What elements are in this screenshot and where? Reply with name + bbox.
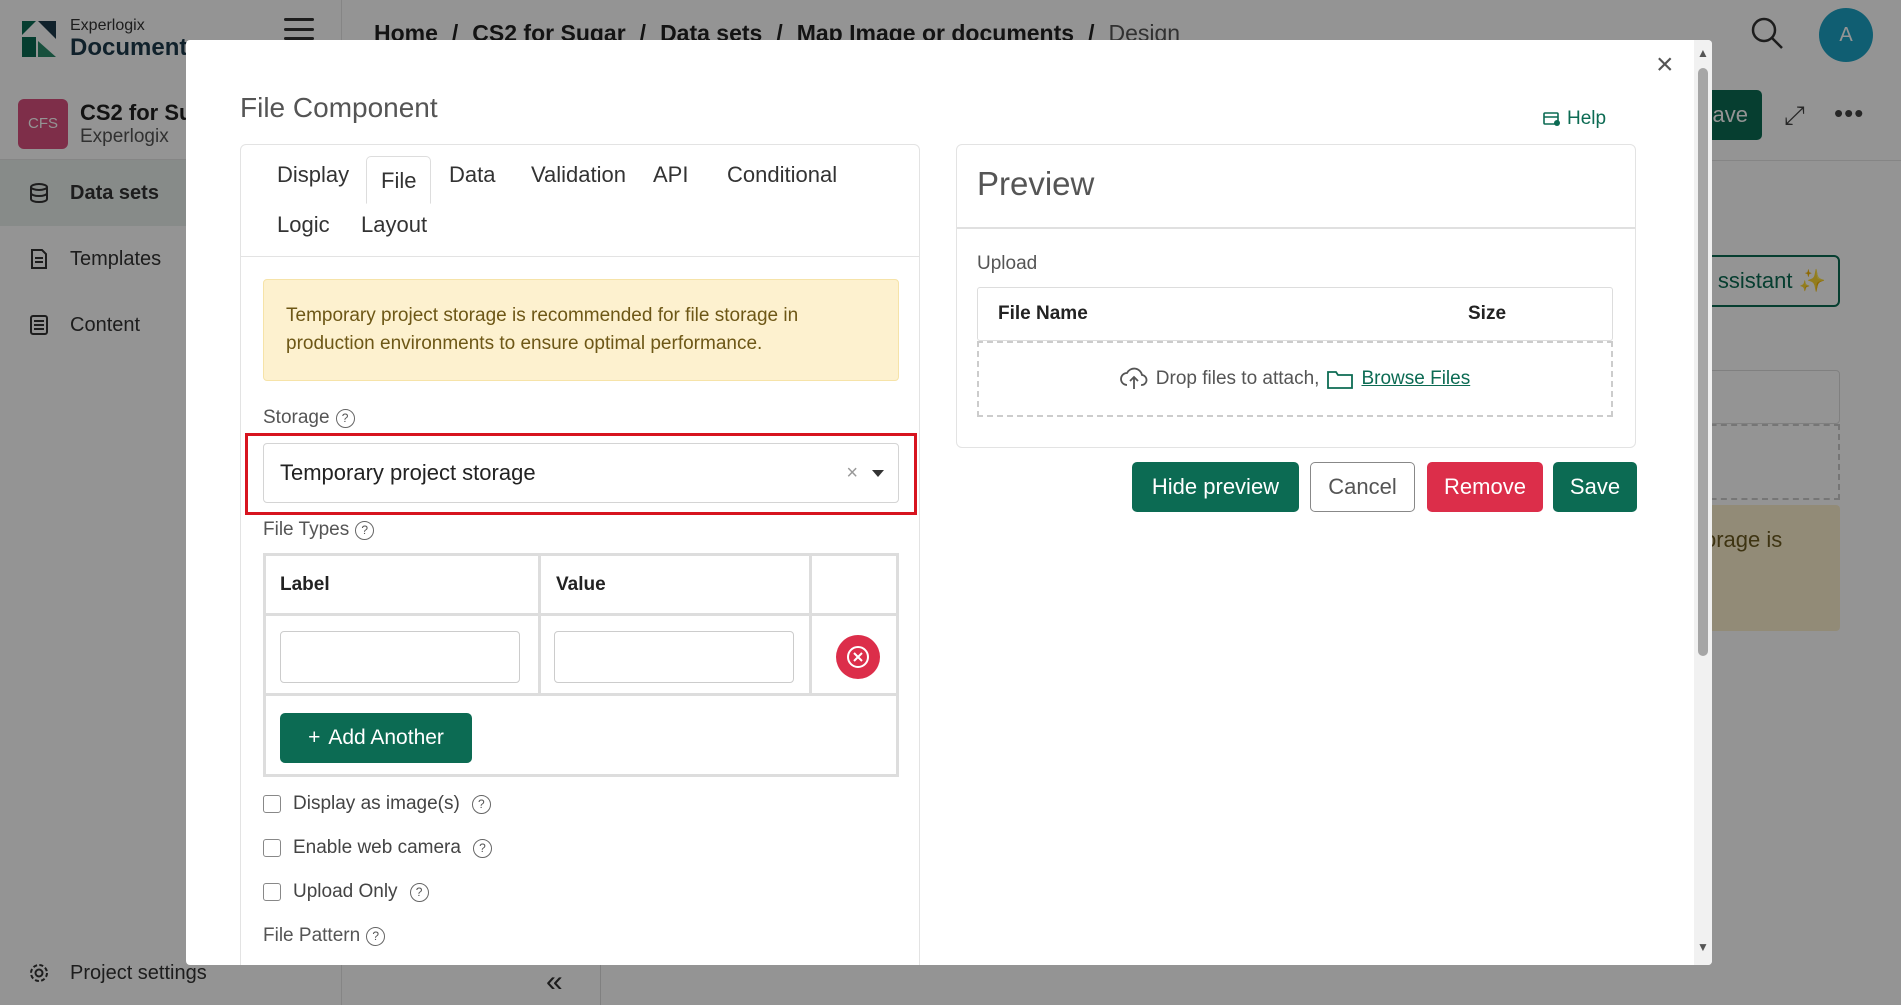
- file-type-label-input[interactable]: [280, 631, 520, 683]
- preview-title: Preview: [977, 165, 1095, 202]
- add-another-label: Add Another: [328, 726, 444, 749]
- help-icon[interactable]: ?: [409, 882, 429, 902]
- cancel-button[interactable]: Cancel: [1310, 462, 1415, 512]
- file-pattern-label: File Pattern ?: [263, 925, 386, 947]
- add-another-button[interactable]: + Add Another: [280, 713, 472, 763]
- file-types-table: Label Value + Add Another: [263, 553, 899, 777]
- scroll-thumb[interactable]: [1698, 68, 1708, 656]
- column-divider: [809, 556, 812, 696]
- drop-text: Drop files to attach,: [1155, 368, 1320, 389]
- row-divider: [266, 693, 896, 696]
- column-divider: [538, 556, 541, 696]
- storage-select-value: Temporary project storage: [280, 460, 536, 485]
- file-component-dialog: × ▲ ▼ File Component Help Display File D…: [186, 40, 1712, 965]
- upload-file-table: File Name Size: [977, 287, 1613, 341]
- help-icon[interactable]: ?: [472, 838, 492, 858]
- cloud-upload-icon: [1119, 367, 1148, 389]
- checkbox-label: Enable web camera: [293, 837, 461, 858]
- tab-data[interactable]: Data: [435, 151, 509, 199]
- storage-label-text: Storage: [263, 407, 330, 428]
- upload-only-checkbox[interactable]: [263, 883, 281, 901]
- circle-x-icon: [847, 646, 869, 668]
- preview-panel: Preview Upload File Name Size Drop files…: [956, 144, 1636, 448]
- remove-row-button[interactable]: [836, 635, 880, 679]
- display-as-image-option[interactable]: Display as image(s) ?: [263, 793, 491, 815]
- upload-only-option[interactable]: Upload Only ?: [263, 881, 429, 903]
- file-pattern-label-text: File Pattern: [263, 925, 361, 946]
- column-header-label: Label: [280, 574, 330, 595]
- file-types-label-text: File Types: [263, 519, 350, 540]
- storage-select[interactable]: Temporary project storage ×: [263, 443, 899, 503]
- plus-icon: +: [308, 726, 321, 749]
- help-icon[interactable]: ?: [355, 520, 375, 540]
- checkbox-label: Upload Only: [293, 881, 398, 902]
- tab-validation[interactable]: Validation: [517, 151, 640, 199]
- tab-logic[interactable]: Logic: [263, 201, 344, 249]
- hide-preview-button[interactable]: Hide preview: [1132, 462, 1299, 512]
- save-button[interactable]: Save: [1553, 462, 1637, 512]
- modal-scrollbar[interactable]: ▲ ▼: [1694, 40, 1712, 965]
- upload-label: Upload: [977, 253, 1038, 274]
- enable-web-camera-option[interactable]: Enable web camera ?: [263, 837, 492, 859]
- checkbox-label: Display as image(s): [293, 793, 460, 814]
- scroll-up-icon[interactable]: ▲: [1697, 46, 1709, 60]
- component-tabs: Display File Data Validation API Conditi…: [241, 145, 919, 257]
- chevron-down-icon[interactable]: [872, 470, 884, 477]
- help-link[interactable]: Help: [1543, 108, 1606, 130]
- browse-files-link[interactable]: Browse Files: [1361, 368, 1470, 390]
- column-header-size: Size: [1468, 303, 1507, 324]
- help-icon[interactable]: ?: [335, 408, 355, 428]
- display-as-image-checkbox[interactable]: [263, 795, 281, 813]
- tab-api[interactable]: API: [639, 151, 702, 199]
- table-header: Label Value: [266, 556, 896, 616]
- tab-display[interactable]: Display: [263, 151, 363, 199]
- file-dropzone[interactable]: Drop files to attach, Browse Files: [977, 341, 1613, 417]
- tab-file[interactable]: File: [366, 156, 432, 204]
- close-icon[interactable]: ×: [1656, 50, 1674, 80]
- file-type-value-input[interactable]: [554, 631, 794, 683]
- help-book-icon: [1543, 112, 1560, 126]
- file-types-label: File Types ?: [263, 519, 375, 541]
- help-icon[interactable]: ?: [366, 926, 386, 946]
- scroll-down-icon[interactable]: ▼: [1697, 940, 1709, 954]
- tab-conditional[interactable]: Conditional: [713, 151, 851, 199]
- clear-icon[interactable]: ×: [846, 462, 858, 485]
- dialog-title: File Component: [240, 92, 438, 123]
- enable-web-camera-checkbox[interactable]: [263, 839, 281, 857]
- remove-button[interactable]: Remove: [1427, 462, 1543, 512]
- help-icon[interactable]: ?: [471, 794, 491, 814]
- settings-panel: Display File Data Validation API Conditi…: [240, 144, 920, 965]
- help-label: Help: [1567, 108, 1607, 129]
- storage-warning: Temporary project storage is recommended…: [263, 279, 899, 381]
- divider: [957, 227, 1635, 229]
- column-header-file-name: File Name: [998, 303, 1088, 324]
- column-header-value: Value: [556, 574, 606, 595]
- storage-label: Storage ?: [263, 407, 355, 429]
- folder-icon: [1327, 371, 1354, 389]
- tab-layout[interactable]: Layout: [347, 201, 441, 249]
